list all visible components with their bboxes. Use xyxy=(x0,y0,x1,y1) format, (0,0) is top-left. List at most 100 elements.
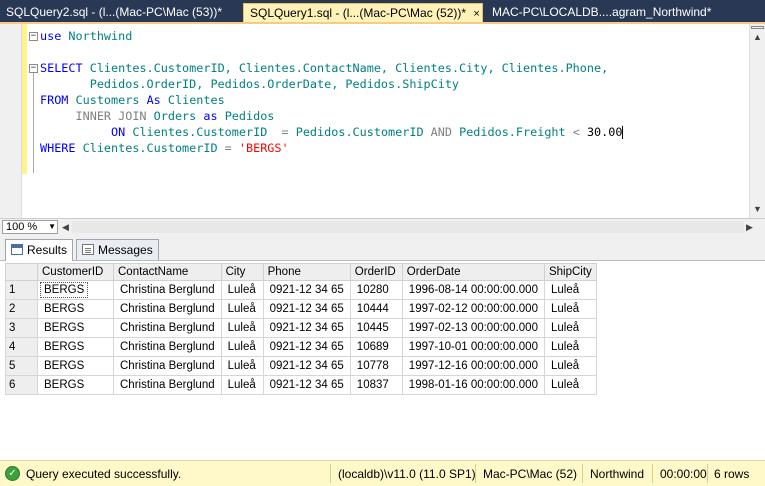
code-line-4: Pedidos.OrderID, Pedidos.OrderDate, Pedi… xyxy=(40,77,460,91)
column-header[interactable]: City xyxy=(220,263,264,281)
grid-cell-orderid[interactable]: 10778 xyxy=(349,356,403,376)
focused-cell-text: BERGS xyxy=(40,282,89,298)
row-number[interactable]: 2 xyxy=(5,299,38,319)
grid-cell-customerid[interactable]: BERGS xyxy=(37,356,114,376)
sql-code[interactable]: use Northwind SELECT Clientes.CustomerID… xyxy=(40,28,624,156)
column-header[interactable]: CustomerID xyxy=(37,263,114,281)
messages-icon xyxy=(82,244,94,255)
grid-cell-contactname[interactable]: Christina Berglund xyxy=(113,280,222,300)
table-row[interactable]: 6 BERGS Christina Berglund Luleå 0921-12 34 … xyxy=(5,375,597,395)
success-check-icon: ✓ xyxy=(5,466,20,481)
query-editor[interactable]: − − use Northwind SELECT Clientes.Custom… xyxy=(0,22,765,218)
status-server: (localdb)\v11.0 (11.0 SP1) xyxy=(338,467,476,481)
divider xyxy=(582,464,583,483)
grid-cell-contactname[interactable]: Christina Berglund xyxy=(113,375,222,395)
grid-cell-shipcity[interactable]: Luleå xyxy=(543,337,597,357)
collapse-icon[interactable]: − xyxy=(29,32,38,41)
grid-cell-city[interactable]: Luleå xyxy=(220,356,264,376)
code-line-6: INNER JOIN Orders as Pedidos xyxy=(75,109,275,123)
grid-cell-shipcity[interactable]: Luleå xyxy=(543,318,597,338)
tab-results[interactable]: Results xyxy=(5,239,74,261)
column-header[interactable]: ContactName xyxy=(113,263,222,281)
grid-cell-customerid[interactable]: BERGS xyxy=(37,299,114,319)
row-number-header xyxy=(5,263,38,281)
row-number[interactable]: 3 xyxy=(5,318,38,338)
code-line-5: FROM Customers As Clientes xyxy=(40,93,225,107)
row-number[interactable]: 6 xyxy=(5,375,38,395)
grid-cell-orderdate[interactable]: 1998-01-16 00:00:00.000 xyxy=(401,375,545,395)
grid-cell-orderdate[interactable]: 1997-02-12 00:00:00.000 xyxy=(401,299,545,319)
zoom-select[interactable]: 100 % ▼ xyxy=(2,220,58,234)
grid-cell-orderdate[interactable]: 1997-10-01 00:00:00.000 xyxy=(401,337,545,357)
tab-sqlquery1[interactable]: SQLQuery1.sql - (l...(Mac-PC\Mac (52))* … xyxy=(243,3,483,22)
scroll-down-icon[interactable]: ▼ xyxy=(752,204,763,214)
table-row[interactable]: 3 BERGS Christina Berglund Luleå 0921-12 34 … xyxy=(5,318,597,338)
grid-cell-phone[interactable]: 0921-12 34 65 xyxy=(262,337,351,357)
scroll-up-icon[interactable]: ▲ xyxy=(752,32,763,42)
grid-icon xyxy=(11,244,23,255)
divider xyxy=(652,464,653,483)
grid-cell-shipcity[interactable]: Luleå xyxy=(543,280,597,300)
grid-cell-orderdate[interactable]: 1997-02-13 00:00:00.000 xyxy=(401,318,545,338)
results-grid[interactable]: CustomerID ContactName City Phone OrderI… xyxy=(5,263,597,395)
editor-horizontal-scrollbar[interactable] xyxy=(72,221,744,233)
tab-sqlquery2[interactable]: SQLQuery2.sql - (l...(Mac-PC\Mac (53))* xyxy=(0,3,240,22)
grid-cell-contactname[interactable]: Christina Berglund xyxy=(113,318,222,338)
scroll-left-icon[interactable]: ◀ xyxy=(62,222,69,233)
grid-cell-customerid[interactable]: BERGS xyxy=(37,375,114,395)
tab-label: SQLQuery2.sql - (l...(Mac-PC\Mac (53))* xyxy=(6,5,223,19)
table-row[interactable]: 4 BERGS Christina Berglund Luleå 0921-12 34 … xyxy=(5,337,597,357)
grid-cell-orderid[interactable]: 10280 xyxy=(349,280,403,300)
document-tab-strip: SQLQuery2.sql - (l...(Mac-PC\Mac (53))* … xyxy=(0,0,765,22)
row-number[interactable]: 1 xyxy=(5,280,38,300)
grid-cell-shipcity[interactable]: Luleå xyxy=(543,375,597,395)
grid-cell-orderdate[interactable]: 1997-12-16 00:00:00.000 xyxy=(401,356,545,376)
tab-diagram-northwind[interactable]: MAC-PC\LOCALDB....agram_Northwind* xyxy=(486,3,765,22)
grid-cell-contactname[interactable]: Christina Berglund xyxy=(113,356,222,376)
scroll-right-icon[interactable]: ▶ xyxy=(746,222,753,233)
grid-cell-orderid[interactable]: 10445 xyxy=(349,318,403,338)
row-number[interactable]: 5 xyxy=(5,356,38,376)
split-handle[interactable] xyxy=(751,26,764,29)
row-number[interactable]: 4 xyxy=(5,337,38,357)
grid-cell-city[interactable]: Luleå xyxy=(220,318,264,338)
grid-cell-orderid[interactable]: 10444 xyxy=(349,299,403,319)
grid-cell-city[interactable]: Luleå xyxy=(220,375,264,395)
change-tracking-bar xyxy=(22,24,27,174)
table-row[interactable]: 2 BERGS Christina Berglund Luleå 0921-12 34 … xyxy=(5,299,597,319)
results-pane: CustomerID ContactName City Phone OrderI… xyxy=(0,261,765,460)
editor-gutter xyxy=(0,24,22,218)
table-row[interactable]: 1 BERGS Christina Berglund Luleå 0921-12 34 … xyxy=(5,280,597,300)
column-header[interactable]: ShipCity xyxy=(543,263,597,281)
grid-cell-orderid[interactable]: 10689 xyxy=(349,337,403,357)
outline-line xyxy=(33,73,34,173)
status-message: Query executed successfully. xyxy=(26,467,182,481)
grid-cell-phone[interactable]: 0921-12 34 65 xyxy=(262,375,351,395)
grid-cell-city[interactable]: Luleå xyxy=(220,280,264,300)
divider xyxy=(707,464,708,483)
grid-cell-orderdate[interactable]: 1996-08-14 00:00:00.000 xyxy=(401,280,545,300)
column-header[interactable]: OrderID xyxy=(349,263,403,281)
grid-cell-city[interactable]: Luleå xyxy=(220,299,264,319)
grid-cell-phone[interactable]: 0921-12 34 65 xyxy=(262,280,351,300)
grid-cell-customerid[interactable]: BERGS xyxy=(37,318,114,338)
grid-cell-contactname[interactable]: Christina Berglund xyxy=(113,299,222,319)
grid-cell-phone[interactable]: 0921-12 34 65 xyxy=(262,356,351,376)
grid-cell-contactname[interactable]: Christina Berglund xyxy=(113,337,222,357)
editor-bottom-bar: 100 % ▼ ◀ ▶ xyxy=(0,218,765,235)
close-icon[interactable]: × xyxy=(473,8,479,20)
collapse-icon[interactable]: − xyxy=(29,64,38,73)
grid-cell-phone[interactable]: 0921-12 34 65 xyxy=(262,299,351,319)
tab-messages[interactable]: Messages xyxy=(76,239,159,260)
grid-cell-phone[interactable]: 0921-12 34 65 xyxy=(262,318,351,338)
column-header[interactable]: Phone xyxy=(262,263,351,281)
grid-cell-customerid[interactable]: BERGS xyxy=(37,280,114,300)
editor-vertical-scrollbar[interactable]: ▲ ▼ xyxy=(749,24,765,218)
grid-cell-orderid[interactable]: 10837 xyxy=(349,375,403,395)
grid-cell-shipcity[interactable]: Luleå xyxy=(543,356,597,376)
grid-cell-shipcity[interactable]: Luleå xyxy=(543,299,597,319)
grid-cell-customerid[interactable]: BERGS xyxy=(37,337,114,357)
column-header[interactable]: OrderDate xyxy=(401,263,545,281)
grid-cell-city[interactable]: Luleå xyxy=(220,337,264,357)
table-row[interactable]: 5 BERGS Christina Berglund Luleå 0921-12 34 … xyxy=(5,356,597,376)
